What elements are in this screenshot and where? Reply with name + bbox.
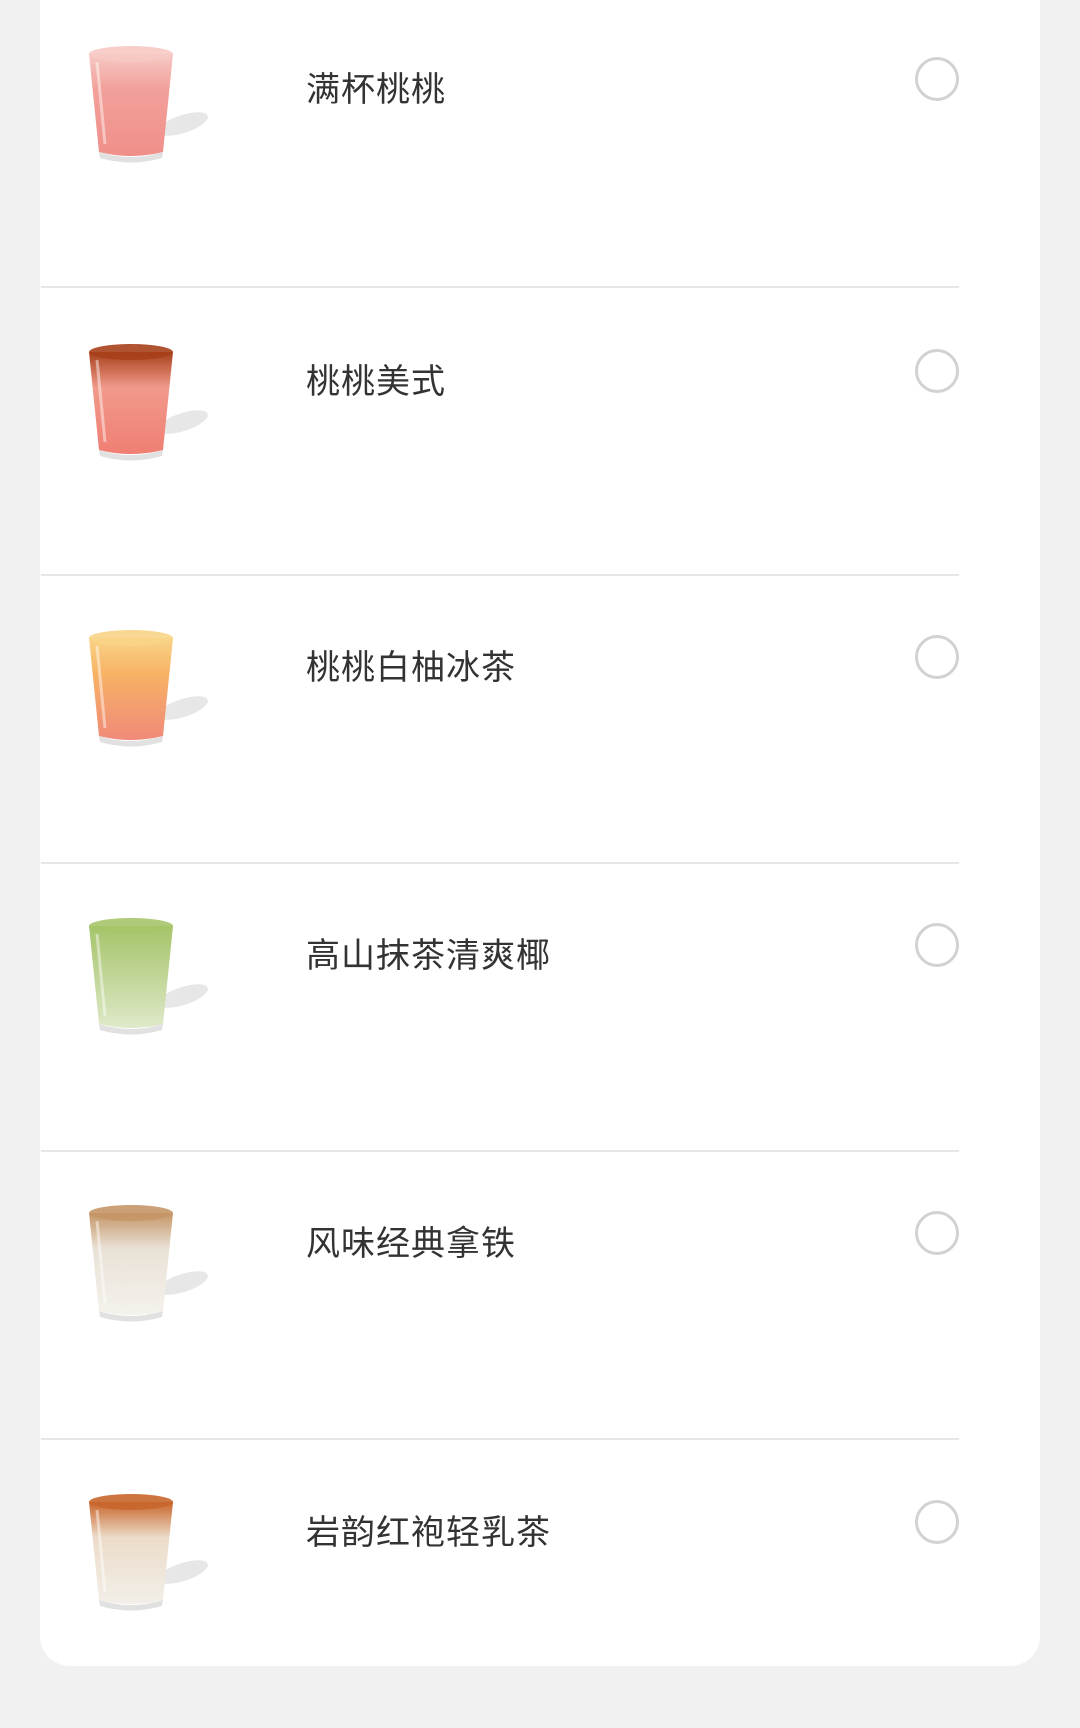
matcha-coconut-icon-drawing: [89, 918, 208, 1035]
list-item[interactable]: 高山抹茶清爽椰: [41, 864, 959, 1152]
list-item[interactable]: 风味经典拿铁: [41, 1152, 959, 1440]
list-item[interactable]: 桃桃美式: [41, 288, 959, 576]
list-item[interactable]: 桃桃白柚冰茶: [41, 576, 959, 864]
drink-name: 风味经典拿铁: [306, 1224, 516, 1264]
drink-name: 桃桃白柚冰茶: [306, 648, 516, 688]
peach-cup-icon: [79, 40, 229, 170]
drink-name: 岩韵红袍轻乳茶: [306, 1513, 551, 1553]
list-item[interactable]: 满杯桃桃: [41, 0, 959, 288]
drink-list: 满杯桃桃 桃桃美式 桃桃白柚冰茶 高山抹茶清爽椰 风味经典拿铁 岩韵红袍轻乳茶: [41, 0, 959, 1728]
select-radio[interactable]: [915, 1500, 959, 1544]
peach-grapefruit-tea-icon-drawing: [89, 630, 208, 747]
drink-name: 满杯桃桃: [306, 70, 446, 110]
select-radio[interactable]: [915, 1211, 959, 1255]
oolong-milk-tea-icon: [79, 1488, 229, 1618]
oolong-milk-tea-icon-drawing: [89, 1494, 208, 1611]
classic-latte-icon: [79, 1199, 229, 1329]
peach-americano-icon-drawing: [89, 344, 208, 461]
select-radio[interactable]: [915, 57, 959, 101]
peach-grapefruit-tea-icon: [79, 624, 229, 754]
drink-name: 桃桃美式: [306, 362, 446, 402]
select-radio[interactable]: [915, 635, 959, 679]
list-item[interactable]: 岩韵红袍轻乳茶: [41, 1440, 959, 1728]
select-radio[interactable]: [915, 349, 959, 393]
peach-cup-icon-drawing: [89, 46, 208, 163]
select-radio[interactable]: [915, 923, 959, 967]
peach-americano-icon: [79, 338, 229, 468]
matcha-coconut-icon: [79, 912, 229, 1042]
drink-name: 高山抹茶清爽椰: [306, 936, 551, 976]
classic-latte-icon-drawing: [89, 1205, 208, 1322]
